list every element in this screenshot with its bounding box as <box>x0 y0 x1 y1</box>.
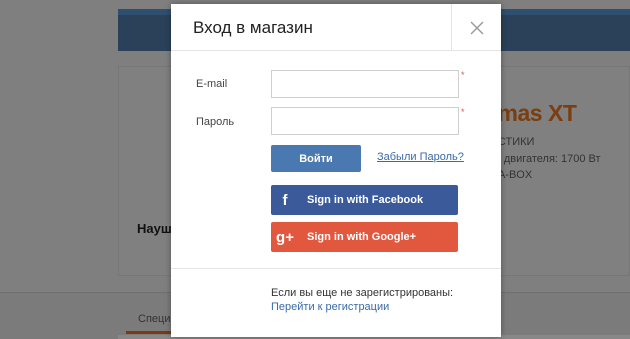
facebook-icon: f <box>282 191 288 209</box>
google-plus-icon: g+ <box>276 228 294 246</box>
register-prompt: Если вы еще не зарегистрированы: <box>271 287 454 299</box>
tab-specifications: Специ <box>138 313 171 325</box>
password-field[interactable] <box>271 107 459 135</box>
facebook-signin-button[interactable]: f Sign in with Facebook <box>271 185 458 215</box>
email-field[interactable] <box>271 70 459 98</box>
close-button[interactable] <box>451 4 501 51</box>
modal-header: Вход в магазин <box>171 4 501 51</box>
forgot-password-link[interactable]: Забыли Пароль? <box>377 151 464 163</box>
divider <box>171 268 501 269</box>
required-mark: * <box>461 107 465 117</box>
register-link[interactable]: Перейти к регистрации <box>271 301 389 313</box>
login-button[interactable]: Войти <box>271 145 361 172</box>
required-mark: * <box>461 70 465 80</box>
spec-line: ть двигателя: 1700 Вт <box>490 153 601 165</box>
headphones-label: Науш <box>137 221 172 236</box>
google-signin-label: Sign in with Google+ <box>307 231 417 243</box>
modal-title: Вход в магазин <box>193 18 313 37</box>
facebook-signin-label: Sign in with Facebook <box>307 194 424 206</box>
close-icon <box>470 21 483 34</box>
email-label: E-mail <box>196 78 228 90</box>
google-signin-button[interactable]: g+ Sign in with Google+ <box>271 222 458 252</box>
password-label: Пароль <box>196 116 235 128</box>
login-modal: Вход в магазин E-mail * Пароль * Войти З… <box>171 4 501 337</box>
